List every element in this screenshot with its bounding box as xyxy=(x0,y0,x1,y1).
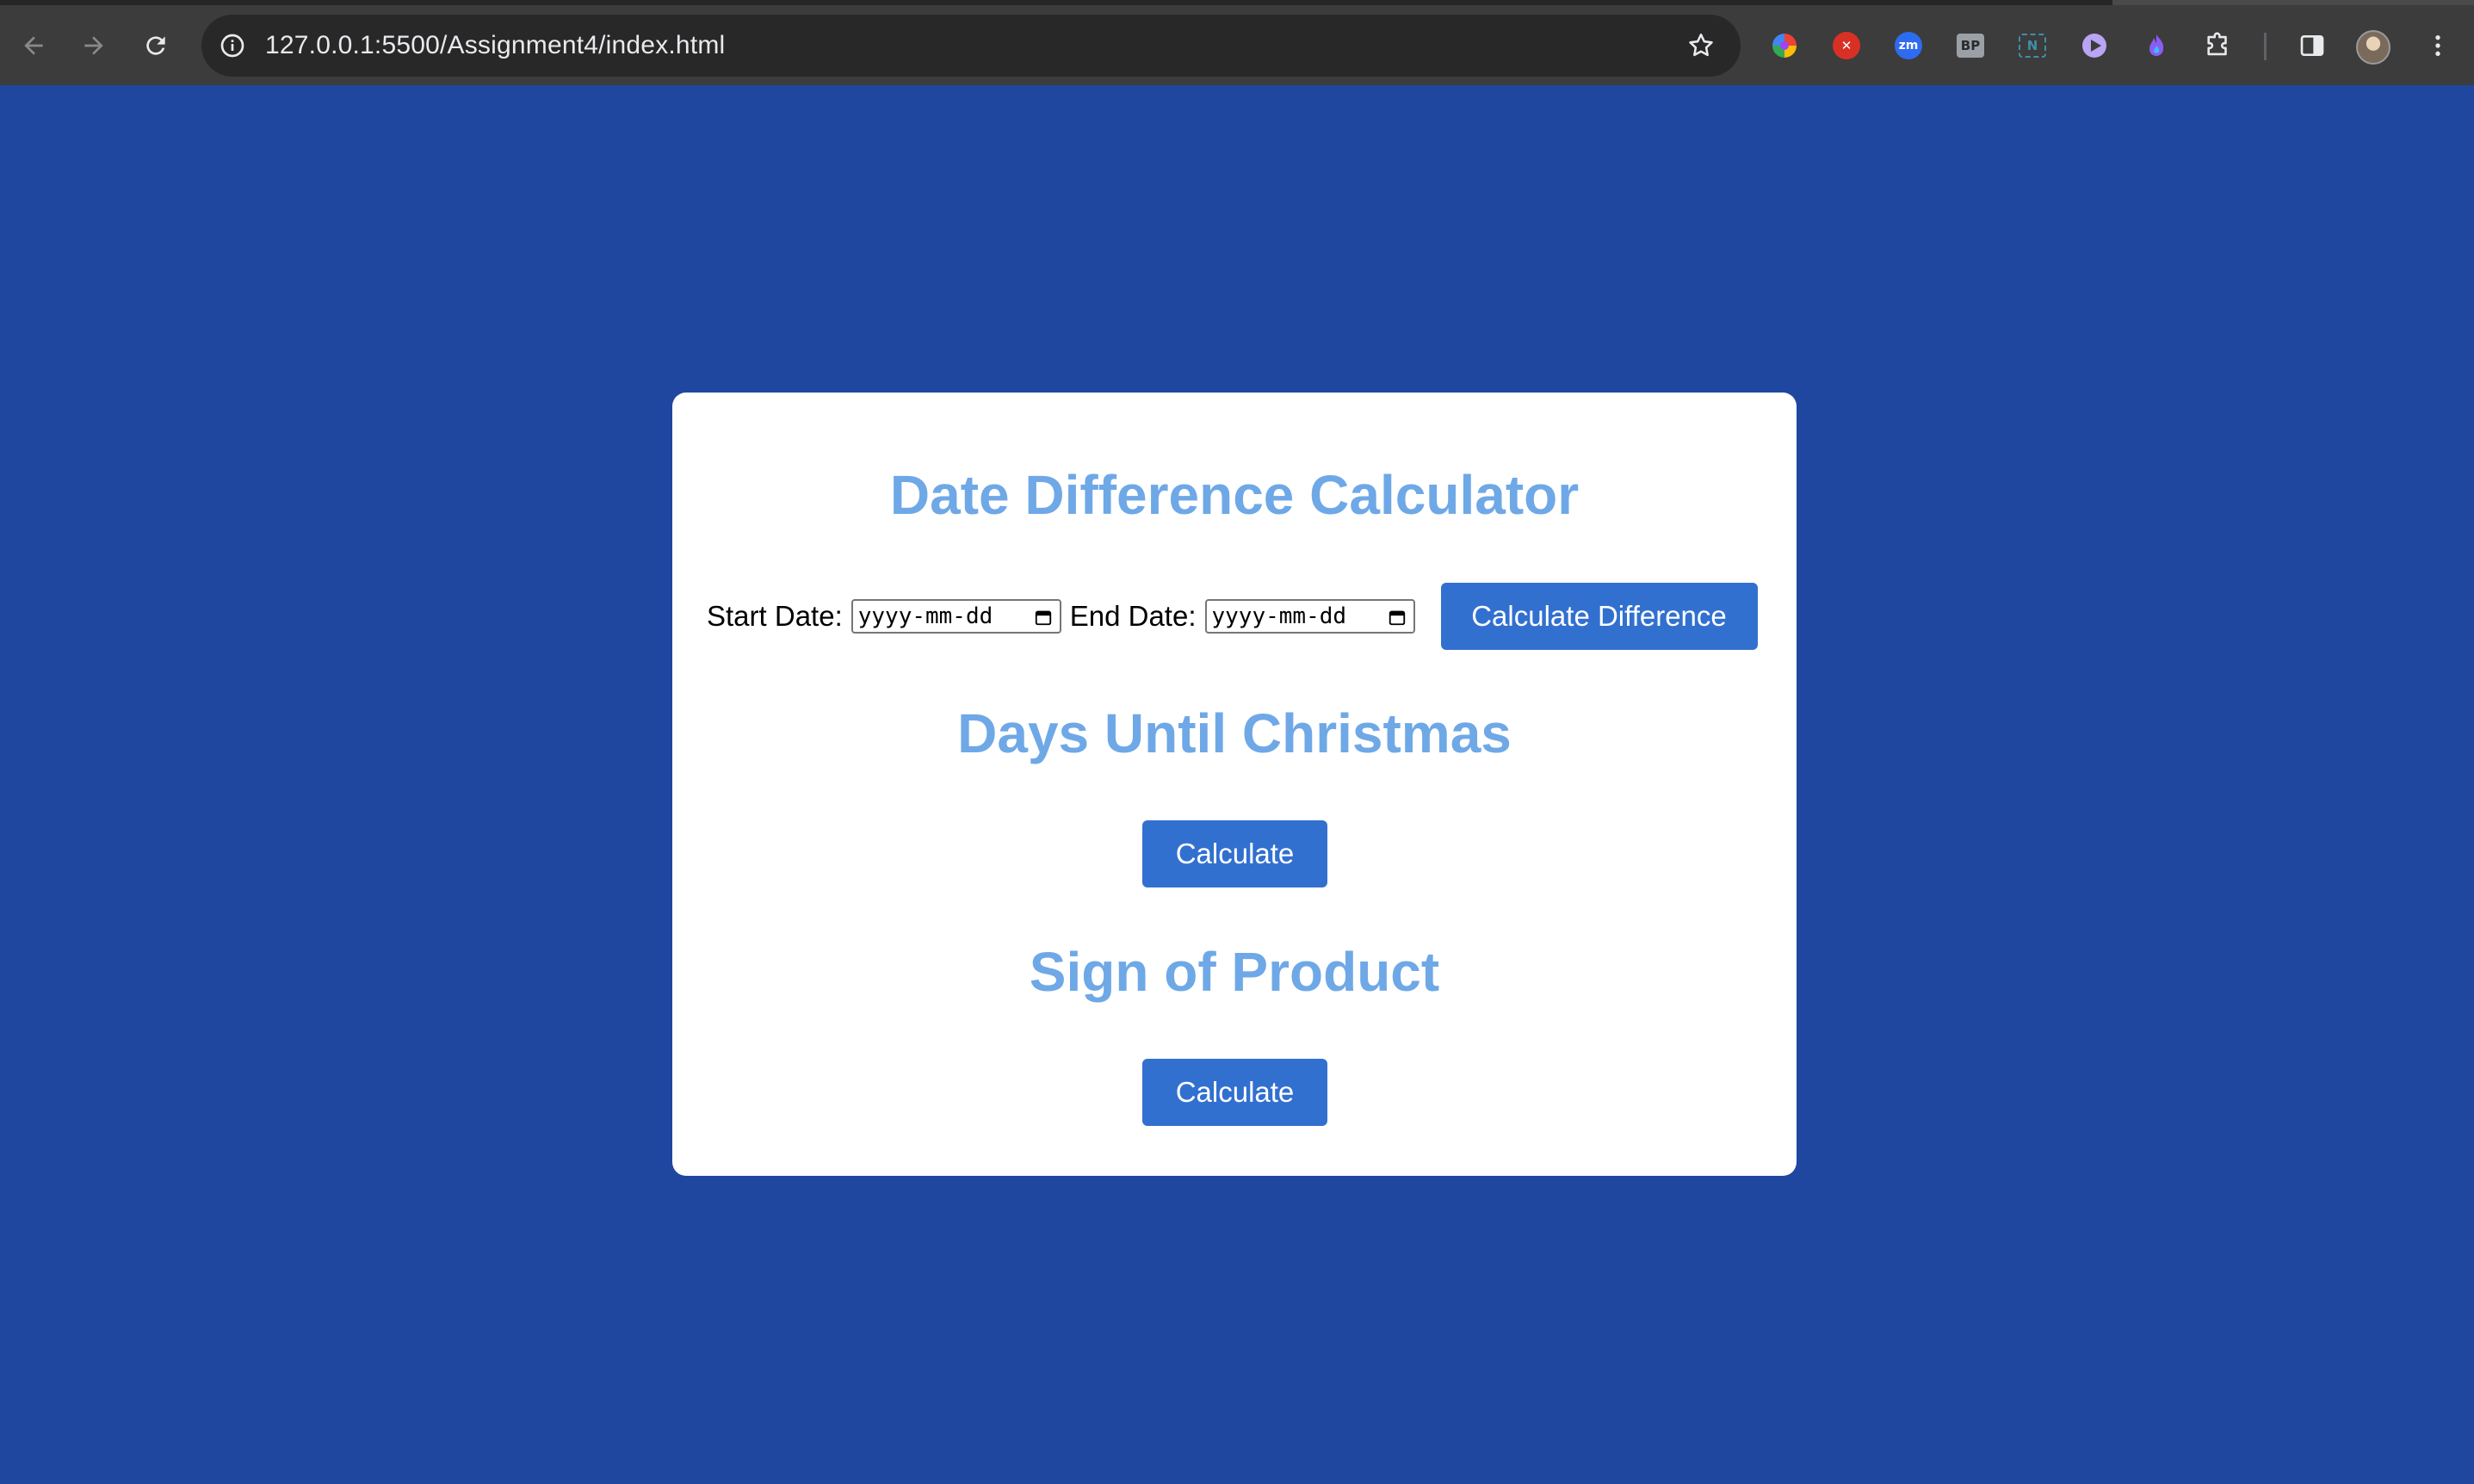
url-text[interactable]: 127.0.0.1:5500/Assignment4/index.html xyxy=(265,15,725,77)
red-x-icon[interactable]: ✕ xyxy=(1831,30,1862,61)
date-difference-form: Start Date: yyyy-mm-dd End Date: yyyy-mm… xyxy=(707,582,1758,651)
puzzle-icon[interactable] xyxy=(2203,30,2234,61)
notion-icon[interactable]: N xyxy=(2017,30,2048,61)
date-difference-title: Date Difference Calculator xyxy=(889,464,1580,526)
calculator-card: Date Difference Calculator Start Date: y… xyxy=(672,393,1797,1176)
start-date-placeholder: yyyy-mm-dd xyxy=(857,603,993,629)
flame-icon[interactable] xyxy=(2141,30,2172,61)
christmas-calculate-button[interactable]: Calculate xyxy=(1142,820,1327,887)
forward-button[interactable] xyxy=(72,24,115,67)
zm-icon[interactable]: zm xyxy=(1893,30,1924,61)
profile-avatar[interactable] xyxy=(2356,30,2391,65)
reload-icon xyxy=(146,36,165,55)
bookmark-star-icon[interactable] xyxy=(1684,28,1718,63)
calculate-difference-button[interactable]: Calculate Difference xyxy=(1440,583,1758,650)
site-info-icon[interactable] xyxy=(217,30,248,61)
side-panel-icon[interactable] xyxy=(2297,30,2328,61)
product-sign-calculate-button[interactable]: Calculate xyxy=(1142,1059,1327,1126)
play-icon[interactable] xyxy=(2079,30,2110,61)
calendar-icon[interactable] xyxy=(1034,608,1053,627)
end-date-placeholder: yyyy-mm-dd xyxy=(1211,603,1347,629)
days-until-christmas-title: Days Until Christmas xyxy=(957,702,1512,764)
back-button[interactable] xyxy=(12,24,55,67)
toolbar-divider xyxy=(2264,33,2267,60)
reload-button[interactable] xyxy=(134,24,177,67)
tab-strip-edge xyxy=(2112,0,2474,5)
menu-kebab-icon[interactable] xyxy=(2422,30,2453,61)
end-date-label: End Date: xyxy=(1069,600,1197,632)
address-bar[interactable]: 127.0.0.1:5500/Assignment4/index.html xyxy=(201,15,1741,77)
colorful-wheel-icon[interactable] xyxy=(1769,30,1800,61)
calendar-icon[interactable] xyxy=(1388,608,1407,627)
end-date-input[interactable]: yyyy-mm-dd xyxy=(1204,599,1415,634)
browser-toolbar: 127.0.0.1:5500/Assignment4/index.html ✕ … xyxy=(0,0,2474,85)
back-arrow-icon xyxy=(24,36,43,55)
sign-of-product-title: Sign of Product xyxy=(1029,941,1440,1003)
start-date-label: Start Date: xyxy=(707,600,843,632)
start-date-input[interactable]: yyyy-mm-dd xyxy=(850,599,1061,634)
forward-arrow-icon xyxy=(84,36,103,55)
bp-icon[interactable]: BP xyxy=(1955,30,1986,61)
